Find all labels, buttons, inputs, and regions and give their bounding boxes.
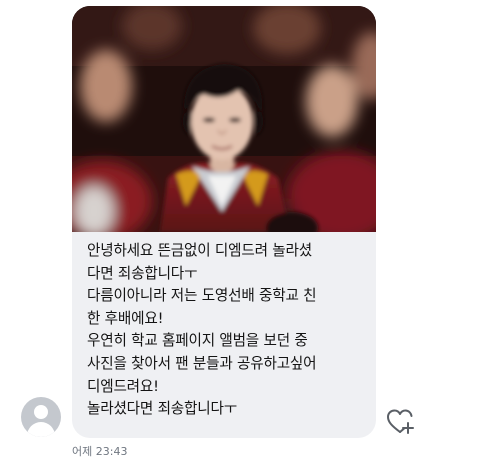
message-timestamp: 어제 23:43 <box>72 445 128 458</box>
message-text: 안녕하세요 뜬금없이 디엠드려 놀라셨 다면 죄송합니다ㅜ 다름이아니라 저는 … <box>87 242 317 418</box>
message-photo[interactable] <box>72 6 376 232</box>
like-reaction-button[interactable] <box>386 408 416 436</box>
photo-illustration <box>72 6 376 232</box>
avatar-head-shape <box>34 405 48 419</box>
heart-plus-icon <box>387 409 414 434</box>
avatar-shoulders-shape <box>27 422 55 437</box>
message-bubble[interactable]: 안녕하세요 뜬금없이 디엠드려 놀라셨 다면 죄송합니다ㅜ 다름이아니라 저는 … <box>72 6 376 438</box>
sender-avatar[interactable] <box>21 397 61 437</box>
